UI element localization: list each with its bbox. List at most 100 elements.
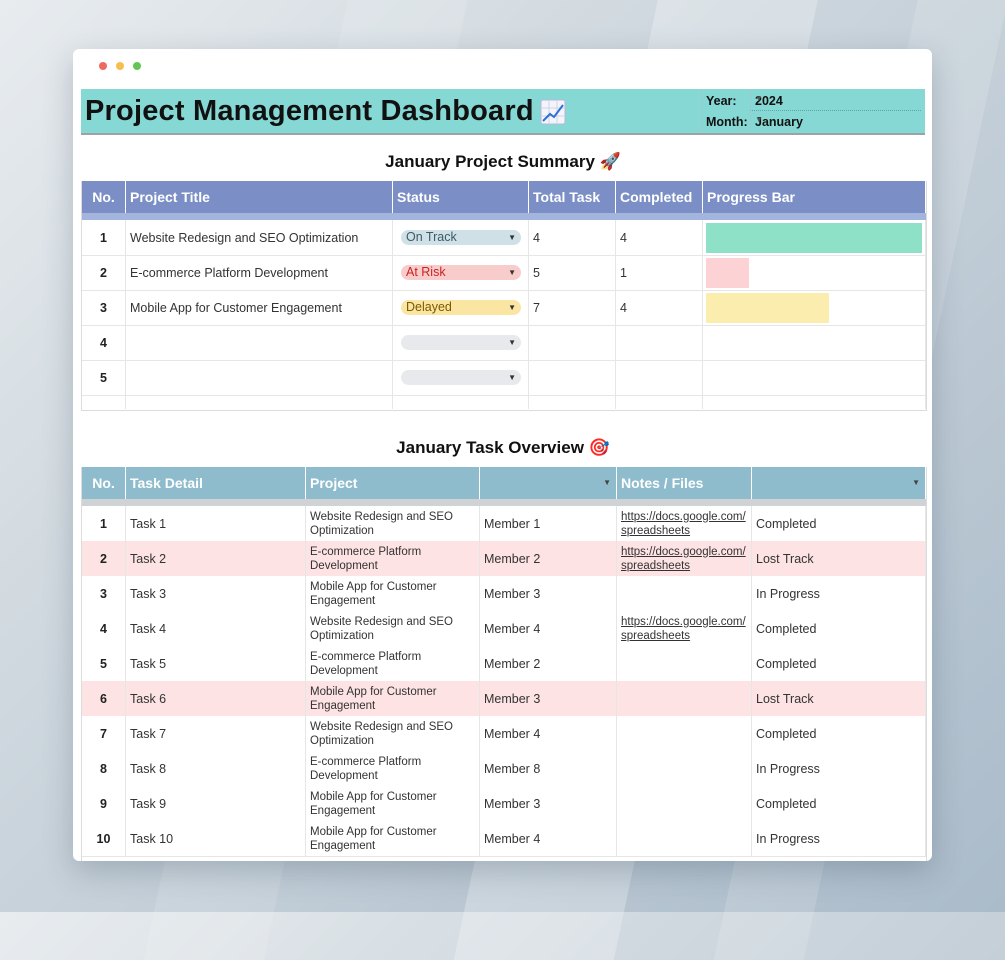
completed-cell[interactable] (616, 325, 703, 360)
row-number: 5 (82, 360, 126, 395)
task-detail-cell[interactable]: Task 6 (126, 681, 306, 716)
task-status-cell[interactable]: Completed (752, 611, 926, 646)
task-detail-cell[interactable]: Task 5 (126, 646, 306, 681)
task-status-cell[interactable]: Completed (752, 506, 926, 541)
project-cell[interactable]: Mobile App for Customer Engagement (306, 681, 480, 716)
status-cell: On Track ▼ (393, 220, 529, 255)
member-cell[interactable]: Member 4 (480, 716, 617, 751)
task-status-cell[interactable]: In Progress (752, 576, 926, 611)
task-detail-cell[interactable]: Task 10 (126, 821, 306, 856)
task-detail-cell[interactable]: Task 4 (126, 611, 306, 646)
row-number: 10 (82, 821, 126, 856)
notes-cell[interactable]: https://docs.google.com/spreadsheets (617, 611, 752, 646)
status-dropdown[interactable]: ▼ (401, 335, 521, 350)
month-dropdown[interactable]: January ▼ (750, 111, 921, 131)
close-button[interactable] (99, 62, 107, 70)
task-detail-cell[interactable]: Task 3 (126, 576, 306, 611)
member-cell[interactable]: Member 3 (480, 786, 617, 821)
member-cell[interactable]: Member 3 (480, 576, 617, 611)
task-status-cell[interactable]: Lost Track (752, 541, 926, 576)
completed-cell[interactable]: 1 (616, 255, 703, 290)
chart-increasing-icon (540, 99, 566, 124)
table-row: 6 Task 6 Mobile App for Customer Engagemen… (82, 681, 926, 717)
member-cell[interactable]: Member 1 (480, 506, 617, 541)
year-dropdown[interactable]: 2024 ▼ (750, 90, 921, 111)
project-title-cell[interactable]: Website Redesign and SEO Optimization (126, 220, 393, 255)
notes-cell[interactable] (617, 646, 752, 681)
task-detail-cell[interactable]: Task 1 (126, 506, 306, 541)
project-title-cell[interactable]: E-commerce Platform Development (126, 255, 393, 290)
table-row: 5 Task 5 E-commerce Platform Development Me… (82, 646, 926, 682)
project-cell[interactable]: E-commerce Platform Development (306, 541, 480, 576)
column-header[interactable]: ▼ (480, 467, 617, 499)
completed-cell[interactable] (616, 360, 703, 395)
file-link[interactable]: https://docs.google.com/spreadsheets (621, 545, 751, 573)
project-cell[interactable]: Mobile App for Customer Engagement (306, 576, 480, 611)
completed-cell[interactable]: 4 (616, 290, 703, 325)
header-spacer (82, 213, 926, 220)
minimize-button[interactable] (116, 62, 124, 70)
filter-panel: Year: 2024 ▼ Month: January ▼ (701, 89, 926, 133)
member-cell[interactable]: Member 4 (480, 611, 617, 646)
column-header: Status (393, 181, 529, 213)
maximize-button[interactable] (133, 62, 141, 70)
filter-chevron-icon: ▼ (603, 478, 611, 487)
notes-cell[interactable]: https://docs.google.com/spreadsheets (617, 541, 752, 576)
table-row: 5 ▼ (82, 360, 926, 396)
project-cell[interactable]: Website Redesign and SEO Optimization (306, 506, 480, 541)
member-cell[interactable]: Member 8 (480, 751, 617, 786)
task-detail-cell[interactable]: Task 7 (126, 716, 306, 751)
project-cell[interactable]: Website Redesign and SEO Optimization (306, 611, 480, 646)
table-row: 3 Mobile App for Customer Engagement Delay… (82, 290, 926, 326)
project-title-cell[interactable] (126, 325, 393, 360)
row-number: 2 (82, 255, 126, 290)
task-status-cell[interactable]: Lost Track (752, 681, 926, 716)
project-title-cell[interactable]: Mobile App for Customer Engagement (126, 290, 393, 325)
notes-cell[interactable] (617, 751, 752, 786)
status-dropdown[interactable]: Delayed ▼ (401, 300, 521, 315)
status-dropdown[interactable]: At Risk ▼ (401, 265, 521, 280)
project-title-cell[interactable] (126, 360, 393, 395)
project-cell[interactable]: Mobile App for Customer Engagement (306, 786, 480, 821)
status-cell: At Risk ▼ (393, 255, 529, 290)
task-status-cell[interactable]: In Progress (752, 821, 926, 856)
notes-cell[interactable] (617, 716, 752, 751)
row-number: 3 (82, 290, 126, 325)
member-cell[interactable]: Member 2 (480, 541, 617, 576)
notes-cell[interactable] (617, 576, 752, 611)
project-cell[interactable]: E-commerce Platform Development (306, 751, 480, 786)
completed-cell[interactable]: 4 (616, 220, 703, 255)
task-detail-cell[interactable]: Task 2 (126, 541, 306, 576)
task-detail-cell[interactable]: Task 9 (126, 786, 306, 821)
task-status-cell[interactable]: Completed (752, 786, 926, 821)
notes-cell[interactable]: https://docs.google.com/spreadsheets (617, 506, 752, 541)
member-cell[interactable]: Member 4 (480, 821, 617, 856)
notes-cell[interactable] (617, 786, 752, 821)
notes-cell[interactable] (617, 821, 752, 856)
column-header-label: No. (92, 475, 115, 491)
total-task-cell[interactable]: 7 (529, 290, 616, 325)
total-task-cell[interactable]: 5 (529, 255, 616, 290)
column-header[interactable]: ▼ (752, 467, 926, 499)
member-cell[interactable]: Member 3 (480, 681, 617, 716)
table-row: 1 Website Redesign and SEO Optimization On… (82, 220, 926, 256)
notes-cell[interactable] (617, 681, 752, 716)
status-label: Delayed (406, 300, 452, 314)
total-task-cell[interactable]: 4 (529, 220, 616, 255)
file-link[interactable]: https://docs.google.com/spreadsheets (621, 615, 751, 643)
task-header-row: No. Task Detail Project ▼ Notes / Files ▼ (82, 467, 926, 499)
member-cell[interactable]: Member 2 (480, 646, 617, 681)
project-cell[interactable]: E-commerce Platform Development (306, 646, 480, 681)
status-dropdown[interactable]: ▼ (401, 370, 521, 385)
project-cell[interactable]: Mobile App for Customer Engagement (306, 821, 480, 856)
task-status-cell[interactable]: Completed (752, 716, 926, 751)
project-cell[interactable]: Website Redesign and SEO Optimization (306, 716, 480, 751)
total-task-cell[interactable] (529, 325, 616, 360)
task-status-cell[interactable]: In Progress (752, 751, 926, 786)
status-dropdown[interactable]: On Track ▼ (401, 230, 521, 245)
status-cell: Delayed ▼ (393, 290, 529, 325)
task-detail-cell[interactable]: Task 8 (126, 751, 306, 786)
task-status-cell[interactable]: Completed (752, 646, 926, 681)
total-task-cell[interactable] (529, 360, 616, 395)
file-link[interactable]: https://docs.google.com/spreadsheets (621, 510, 751, 538)
